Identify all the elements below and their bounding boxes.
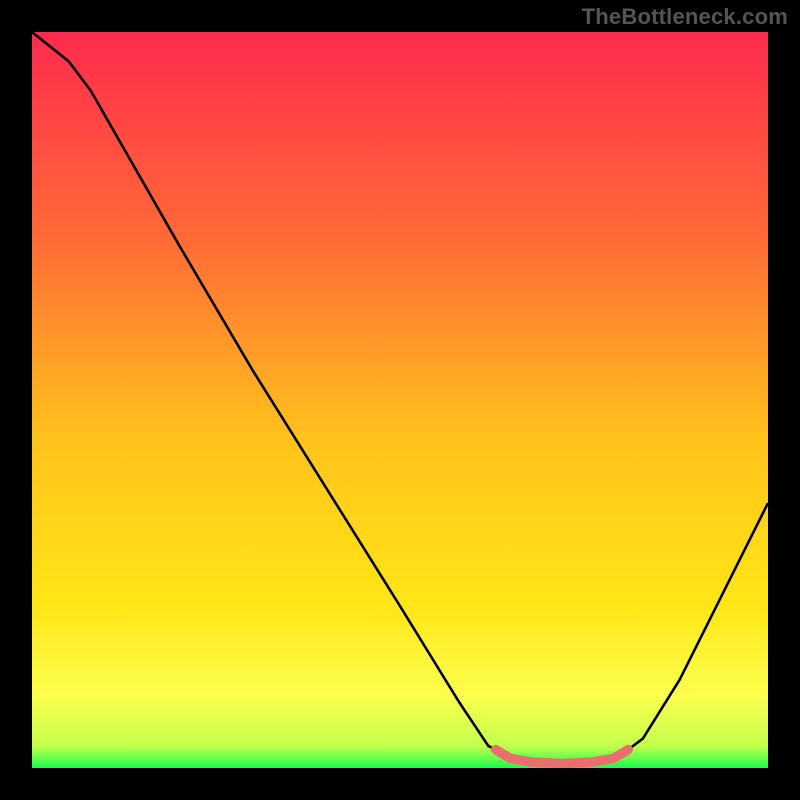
plot-area [32,32,768,768]
gradient-background [32,32,768,768]
watermark-text: TheBottleneck.com [582,4,788,30]
chart-frame: TheBottleneck.com [0,0,800,800]
chart-svg [32,32,768,768]
